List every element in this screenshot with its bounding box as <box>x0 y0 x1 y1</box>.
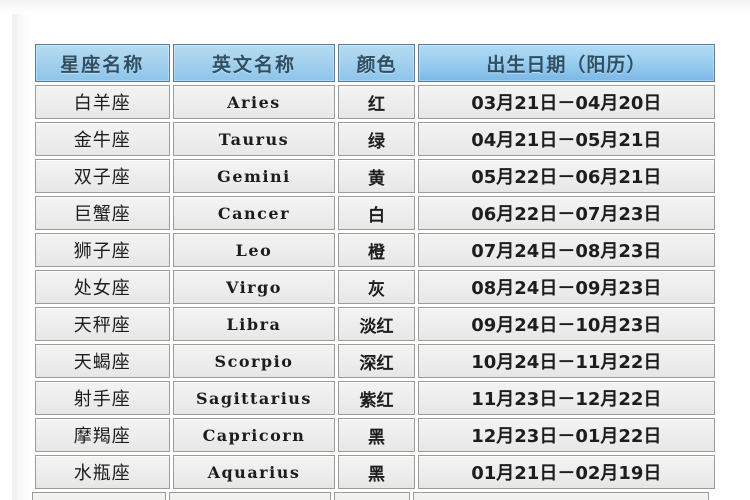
cell-english-name: Leo <box>172 233 336 267</box>
cell-english-name: Cancer <box>172 196 336 230</box>
cell-birth-date: 11月23日－12月22日 <box>417 381 715 415</box>
table-row: 双子座 Gemini 黄 05月22日－06月21日 <box>35 159 715 193</box>
cell-color: 灰 <box>338 270 415 304</box>
clipped-bottom-row <box>32 492 718 500</box>
table-row: 水瓶座 Aquarius 黑 01月21日－02月19日 <box>35 455 715 489</box>
cell-english-name: Gemini <box>172 159 336 193</box>
cell-english-name: Aquarius <box>172 455 336 489</box>
cell-birth-date: 08月24日－09月23日 <box>417 270 715 304</box>
table-body: 白羊座 Aries 红 03月21日－04月20日 金牛座 Taurus 绿 04月21日－0… <box>35 85 715 489</box>
table-header-row: 星座名称 英文名称 颜色 出生日期（阳历） <box>35 44 715 82</box>
cell-birth-date: 10月24日－11月22日 <box>417 344 715 378</box>
table-header: 星座名称 英文名称 颜色 出生日期（阳历） <box>35 44 715 82</box>
cell-color: 深红 <box>338 344 415 378</box>
cell-chinese-name: 水瓶座 <box>35 455 170 489</box>
column-header-birth-date: 出生日期（阳历） <box>417 44 715 82</box>
cell-english-name: Libra <box>172 307 336 341</box>
cell-chinese-name: 摩羯座 <box>35 418 170 452</box>
cell-birth-date: 05月22日－06月21日 <box>417 159 715 193</box>
cell-birth-date: 09月24日－10月23日 <box>417 307 715 341</box>
cropped-text-remnant-label: •••• •• ••• <box>288 0 409 6</box>
zodiac-table-container: 星座名称 英文名称 颜色 出生日期（阳历） 白羊座 Aries 红 03月21日－04… <box>32 41 718 492</box>
table-row: 处女座 Virgo 灰 08月24日－09月23日 <box>35 270 715 304</box>
cell-chinese-name: 巨蟹座 <box>35 196 170 230</box>
cell-chinese-name: 天蝎座 <box>35 344 170 378</box>
table-row: 巨蟹座 Cancer 白 06月22日－07月23日 <box>35 196 715 230</box>
cell-chinese-name: 处女座 <box>35 270 170 304</box>
page-left-margin-strip <box>12 14 17 500</box>
cell-chinese-name: 天秤座 <box>35 307 170 341</box>
cell-english-name: Capricorn <box>172 418 336 452</box>
zodiac-sign-table: 星座名称 英文名称 颜色 出生日期（阳历） 白羊座 Aries 红 03月21日－04… <box>32 41 718 492</box>
table-row: 天蝎座 Scorpio 深红 10月24日－11月22日 <box>35 344 715 378</box>
clipped-cell-english-name <box>169 492 331 500</box>
cell-birth-date: 04月21日－05月21日 <box>417 122 715 156</box>
cell-english-name: Aries <box>172 85 336 119</box>
cell-chinese-name: 狮子座 <box>35 233 170 267</box>
cell-english-name: Sagittarius <box>172 381 336 415</box>
cell-birth-date: 06月22日－07月23日 <box>417 196 715 230</box>
table-row: 摩羯座 Capricorn 黑 12月23日－01月22日 <box>35 418 715 452</box>
cell-color: 绿 <box>338 122 415 156</box>
cell-birth-date: 07月24日－08月23日 <box>417 233 715 267</box>
table-row: 狮子座 Leo 橙 07月24日－08月23日 <box>35 233 715 267</box>
table-row: 射手座 Sagittarius 紫红 11月23日－12月22日 <box>35 381 715 415</box>
cell-birth-date: 12月23日－01月22日 <box>417 418 715 452</box>
cell-color: 黑 <box>338 418 415 452</box>
cell-english-name: Virgo <box>172 270 336 304</box>
column-header-english-name: 英文名称 <box>172 44 336 82</box>
cell-chinese-name: 双子座 <box>35 159 170 193</box>
cell-birth-date: 01月21日－02月19日 <box>417 455 715 489</box>
cell-color: 黄 <box>338 159 415 193</box>
table-row: 金牛座 Taurus 绿 04月21日－05月21日 <box>35 122 715 156</box>
cell-color: 红 <box>338 85 415 119</box>
cell-english-name: Scorpio <box>172 344 336 378</box>
cell-color: 橙 <box>338 233 415 267</box>
column-header-color: 颜色 <box>338 44 415 82</box>
column-header-chinese-name: 星座名称 <box>35 44 170 82</box>
cell-chinese-name: 金牛座 <box>35 122 170 156</box>
clipped-cell-chinese-name <box>32 492 166 500</box>
cell-birth-date: 03月21日－04月20日 <box>417 85 715 119</box>
cell-color: 黑 <box>338 455 415 489</box>
table-row: 白羊座 Aries 红 03月21日－04月20日 <box>35 85 715 119</box>
cell-color: 白 <box>338 196 415 230</box>
cropped-text-remnant: •••• •• ••• <box>0 0 750 14</box>
cell-english-name: Taurus <box>172 122 336 156</box>
cell-color: 紫红 <box>338 381 415 415</box>
clipped-cell-birth-date <box>413 492 709 500</box>
table-row: 天秤座 Libra 淡红 09月24日－10月23日 <box>35 307 715 341</box>
cell-color: 淡红 <box>338 307 415 341</box>
cell-chinese-name: 射手座 <box>35 381 170 415</box>
cell-chinese-name: 白羊座 <box>35 85 170 119</box>
clipped-cell-color <box>334 492 410 500</box>
